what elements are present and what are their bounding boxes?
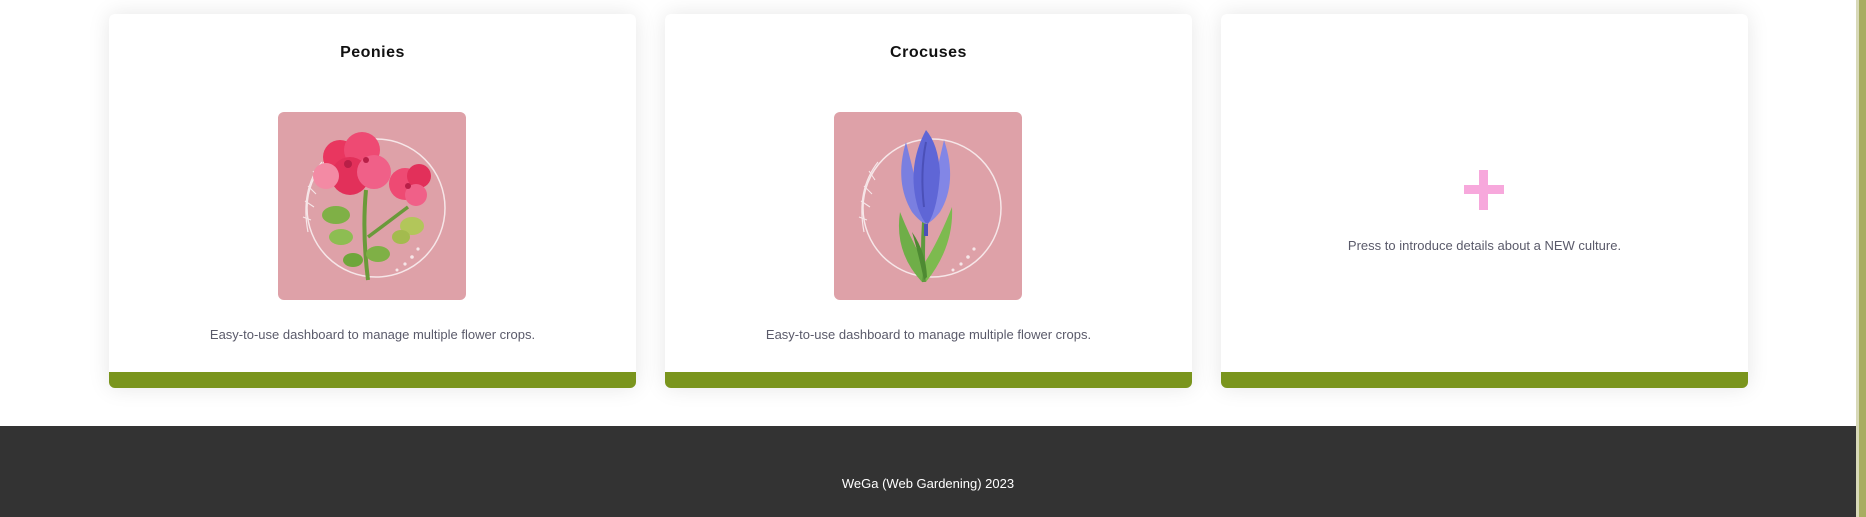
main-content: Peonies Easy-to-use dashboard to manage … — [0, 0, 1856, 426]
card-footer-bar — [109, 372, 636, 388]
plus-icon[interactable] — [1464, 170, 1504, 210]
culture-card-crocuses[interactable]: Crocuses Easy-to-use dashboard to manage… — [665, 14, 1192, 388]
add-culture-card[interactable]: Press to introduce details about a NEW c… — [1221, 14, 1748, 388]
culture-card-peonies[interactable]: Peonies Easy-to-use dashboard to manage … — [109, 14, 636, 388]
footer-copyright: WeGa (Web Gardening) 2023 — [841, 476, 1015, 491]
card-title: Crocuses — [890, 44, 967, 61]
card-description: Easy-to-use dashboard to manage multiple… — [209, 327, 536, 342]
add-culture-description: Press to introduce details about a NEW c… — [1347, 238, 1622, 253]
page-footer: WeGa (Web Gardening) 2023 — [0, 426, 1856, 517]
scrollbar-thumb[interactable] — [1856, 0, 1859, 517]
crocus-flower-image[interactable] — [834, 112, 1022, 300]
card-footer-bar — [665, 372, 1192, 388]
card-title: Peonies — [340, 44, 405, 61]
peony-flower-image[interactable] — [278, 112, 466, 300]
vertical-scrollbar[interactable] — [1856, 0, 1866, 517]
card-footer-bar — [1221, 372, 1748, 388]
card-description: Easy-to-use dashboard to manage multiple… — [765, 327, 1092, 342]
